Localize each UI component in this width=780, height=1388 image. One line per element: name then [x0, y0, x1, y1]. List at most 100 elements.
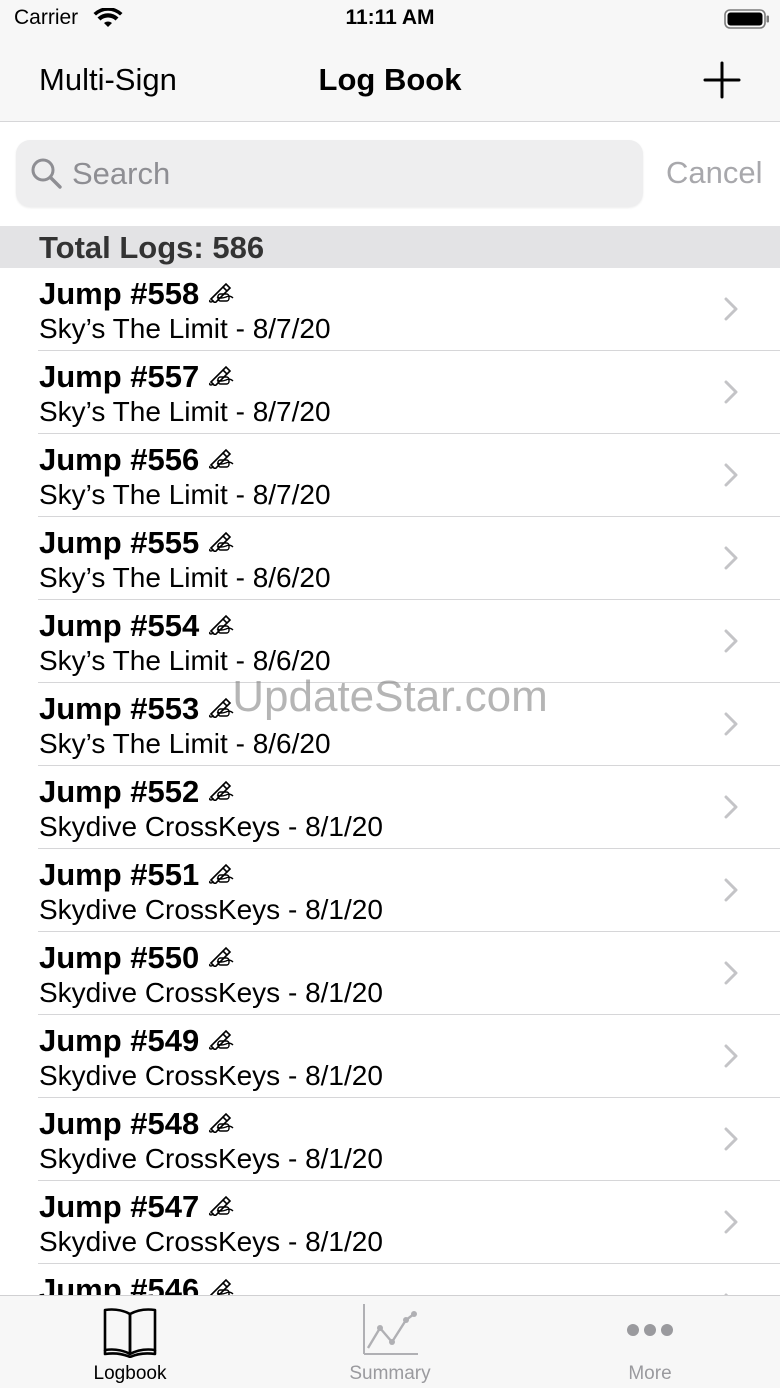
- log-title-text: Jump #555: [39, 525, 200, 560]
- log-row[interactable]: Jump #551 Skydive CrossKeys - 8/1/20: [0, 849, 780, 932]
- log-title: Jump #558: [39, 276, 234, 312]
- log-row[interactable]: Jump #552 Skydive CrossKeys - 8/1/20: [0, 766, 780, 849]
- writing-hand-icon: [209, 448, 234, 469]
- log-title: Jump #548: [39, 1106, 234, 1142]
- log-subtitle: Sky’s The Limit - 8/7/20: [39, 313, 331, 344]
- section-header: Total Logs: 586: [0, 226, 780, 268]
- log-title-text: Jump #549: [39, 1023, 200, 1058]
- log-subtitle: Sky’s The Limit - 8/7/20: [39, 396, 331, 427]
- log-title: Jump #553: [39, 691, 234, 727]
- chevron-right-icon: [724, 712, 738, 736]
- log-title-text: Jump #553: [39, 691, 200, 726]
- chevron-right-icon: [724, 463, 738, 487]
- tab-summary[interactable]: Summary: [260, 1296, 520, 1388]
- page-title: Log Book: [318, 62, 462, 97]
- status-bar: Carrier 11:11 AM: [0, 0, 780, 40]
- log-title: Jump #555: [39, 525, 234, 561]
- chevron-right-icon: [724, 1210, 738, 1234]
- log-subtitle: Skydive CrossKeys - 8/1/20: [39, 977, 383, 1008]
- log-subtitle: Skydive CrossKeys - 8/1/20: [39, 1226, 383, 1257]
- log-row[interactable]: Jump #556 Sky’s The Limit - 8/7/20: [0, 434, 780, 517]
- chevron-right-icon: [724, 297, 738, 321]
- log-subtitle: Skydive CrossKeys - 8/1/20: [39, 894, 383, 925]
- log-title: Jump #549: [39, 1023, 234, 1059]
- log-title-text: Jump #546: [39, 1272, 200, 1295]
- log-subtitle: Sky’s The Limit - 8/6/20: [39, 728, 331, 759]
- chevron-right-icon: [724, 1127, 738, 1151]
- total-logs-label: Total Logs: 586: [39, 230, 265, 265]
- writing-hand-icon: [209, 1029, 234, 1050]
- chevron-right-icon: [724, 961, 738, 985]
- writing-hand-icon: [209, 946, 234, 967]
- search-field[interactable]: [16, 140, 643, 207]
- log-row[interactable]: Jump #554 Sky’s The Limit - 8/6/20: [0, 600, 780, 683]
- search-icon: [31, 158, 62, 189]
- log-row[interactable]: Jump #550 Skydive CrossKeys - 8/1/20: [0, 932, 780, 1015]
- writing-hand-icon: [209, 614, 234, 635]
- log-subtitle: Skydive CrossKeys - 8/1/20: [39, 1060, 383, 1091]
- chevron-right-icon: [724, 380, 738, 404]
- battery-icon: [724, 9, 769, 29]
- log-subtitle: Sky’s The Limit - 8/6/20: [39, 562, 331, 593]
- log-title-text: Jump #547: [39, 1189, 200, 1224]
- chart-icon: [363, 1304, 418, 1355]
- log-subtitle: Skydive CrossKeys - 8/1/20: [39, 1143, 383, 1174]
- chevron-right-icon: [724, 795, 738, 819]
- log-row[interactable]: Jump #547 Skydive CrossKeys - 8/1/20: [0, 1181, 780, 1264]
- book-icon: [103, 1308, 157, 1358]
- tab-summary-label: Summary: [349, 1363, 431, 1384]
- log-title: Jump #547: [39, 1189, 234, 1225]
- writing-hand-icon: [209, 365, 234, 386]
- writing-hand-icon: [210, 1278, 234, 1295]
- chevron-right-icon: [724, 878, 738, 902]
- tab-more[interactable]: More: [520, 1296, 780, 1388]
- log-row[interactable]: Jump #549 Skydive CrossKeys - 8/1/20: [0, 1015, 780, 1098]
- chevron-right-icon: [724, 546, 738, 570]
- log-title-text: Jump #551: [39, 857, 200, 892]
- log-title: Jump #557: [39, 359, 234, 395]
- writing-hand-icon: [209, 697, 234, 718]
- tab-more-label: More: [628, 1363, 672, 1384]
- log-title: Jump #550: [39, 940, 234, 976]
- plus-icon[interactable]: [700, 58, 744, 102]
- log-title: Jump #554: [39, 608, 234, 644]
- writing-hand-icon: [209, 863, 234, 884]
- log-title-text: Jump #548: [39, 1106, 200, 1141]
- cancel-button[interactable]: Cancel: [666, 155, 763, 191]
- chevron-right-icon: [724, 629, 738, 653]
- navigation-bar: Multi-Sign Log Book: [0, 40, 780, 122]
- writing-hand-icon: [209, 1195, 234, 1216]
- log-title: Jump #546: [39, 1272, 234, 1295]
- writing-hand-icon: [209, 282, 234, 303]
- log-row[interactable]: Jump #553 Sky’s The Limit - 8/6/20: [0, 683, 780, 766]
- search-input[interactable]: [72, 140, 622, 207]
- status-time: 11:11 AM: [345, 6, 435, 29]
- log-row[interactable]: Jump #546: [0, 1264, 780, 1295]
- ellipsis-icon: [627, 1324, 673, 1336]
- log-title-text: Jump #552: [39, 774, 200, 809]
- log-title: Jump #556: [39, 442, 234, 478]
- log-list[interactable]: Jump #558 Sky’s The Limit - 8/7/20 Jump …: [0, 268, 780, 1295]
- log-row[interactable]: Jump #555 Sky’s The Limit - 8/6/20: [0, 517, 780, 600]
- log-title-text: Jump #556: [39, 442, 200, 477]
- tab-bar: Logbook Summary More: [0, 1295, 780, 1388]
- writing-hand-icon: [209, 531, 234, 552]
- log-subtitle: Sky’s The Limit - 8/6/20: [39, 645, 331, 676]
- log-subtitle: Sky’s The Limit - 8/7/20: [39, 479, 331, 510]
- log-subtitle: Skydive CrossKeys - 8/1/20: [39, 811, 383, 842]
- log-title: Jump #551: [39, 857, 234, 893]
- log-title-text: Jump #558: [39, 276, 200, 311]
- log-title-text: Jump #550: [39, 940, 200, 975]
- chevron-right-icon: [724, 1044, 738, 1068]
- log-row[interactable]: Jump #548 Skydive CrossKeys - 8/1/20: [0, 1098, 780, 1181]
- writing-hand-icon: [209, 1112, 234, 1133]
- log-title-text: Jump #557: [39, 359, 200, 394]
- log-row[interactable]: Jump #557 Sky’s The Limit - 8/7/20: [0, 351, 780, 434]
- search-bar: Cancel: [0, 122, 780, 226]
- log-title: Jump #552: [39, 774, 234, 810]
- tab-logbook[interactable]: Logbook: [0, 1296, 260, 1388]
- log-title-text: Jump #554: [39, 608, 200, 643]
- log-row[interactable]: Jump #558 Sky’s The Limit - 8/7/20: [0, 268, 780, 351]
- tab-logbook-label: Logbook: [93, 1363, 167, 1384]
- writing-hand-icon: [209, 780, 234, 801]
